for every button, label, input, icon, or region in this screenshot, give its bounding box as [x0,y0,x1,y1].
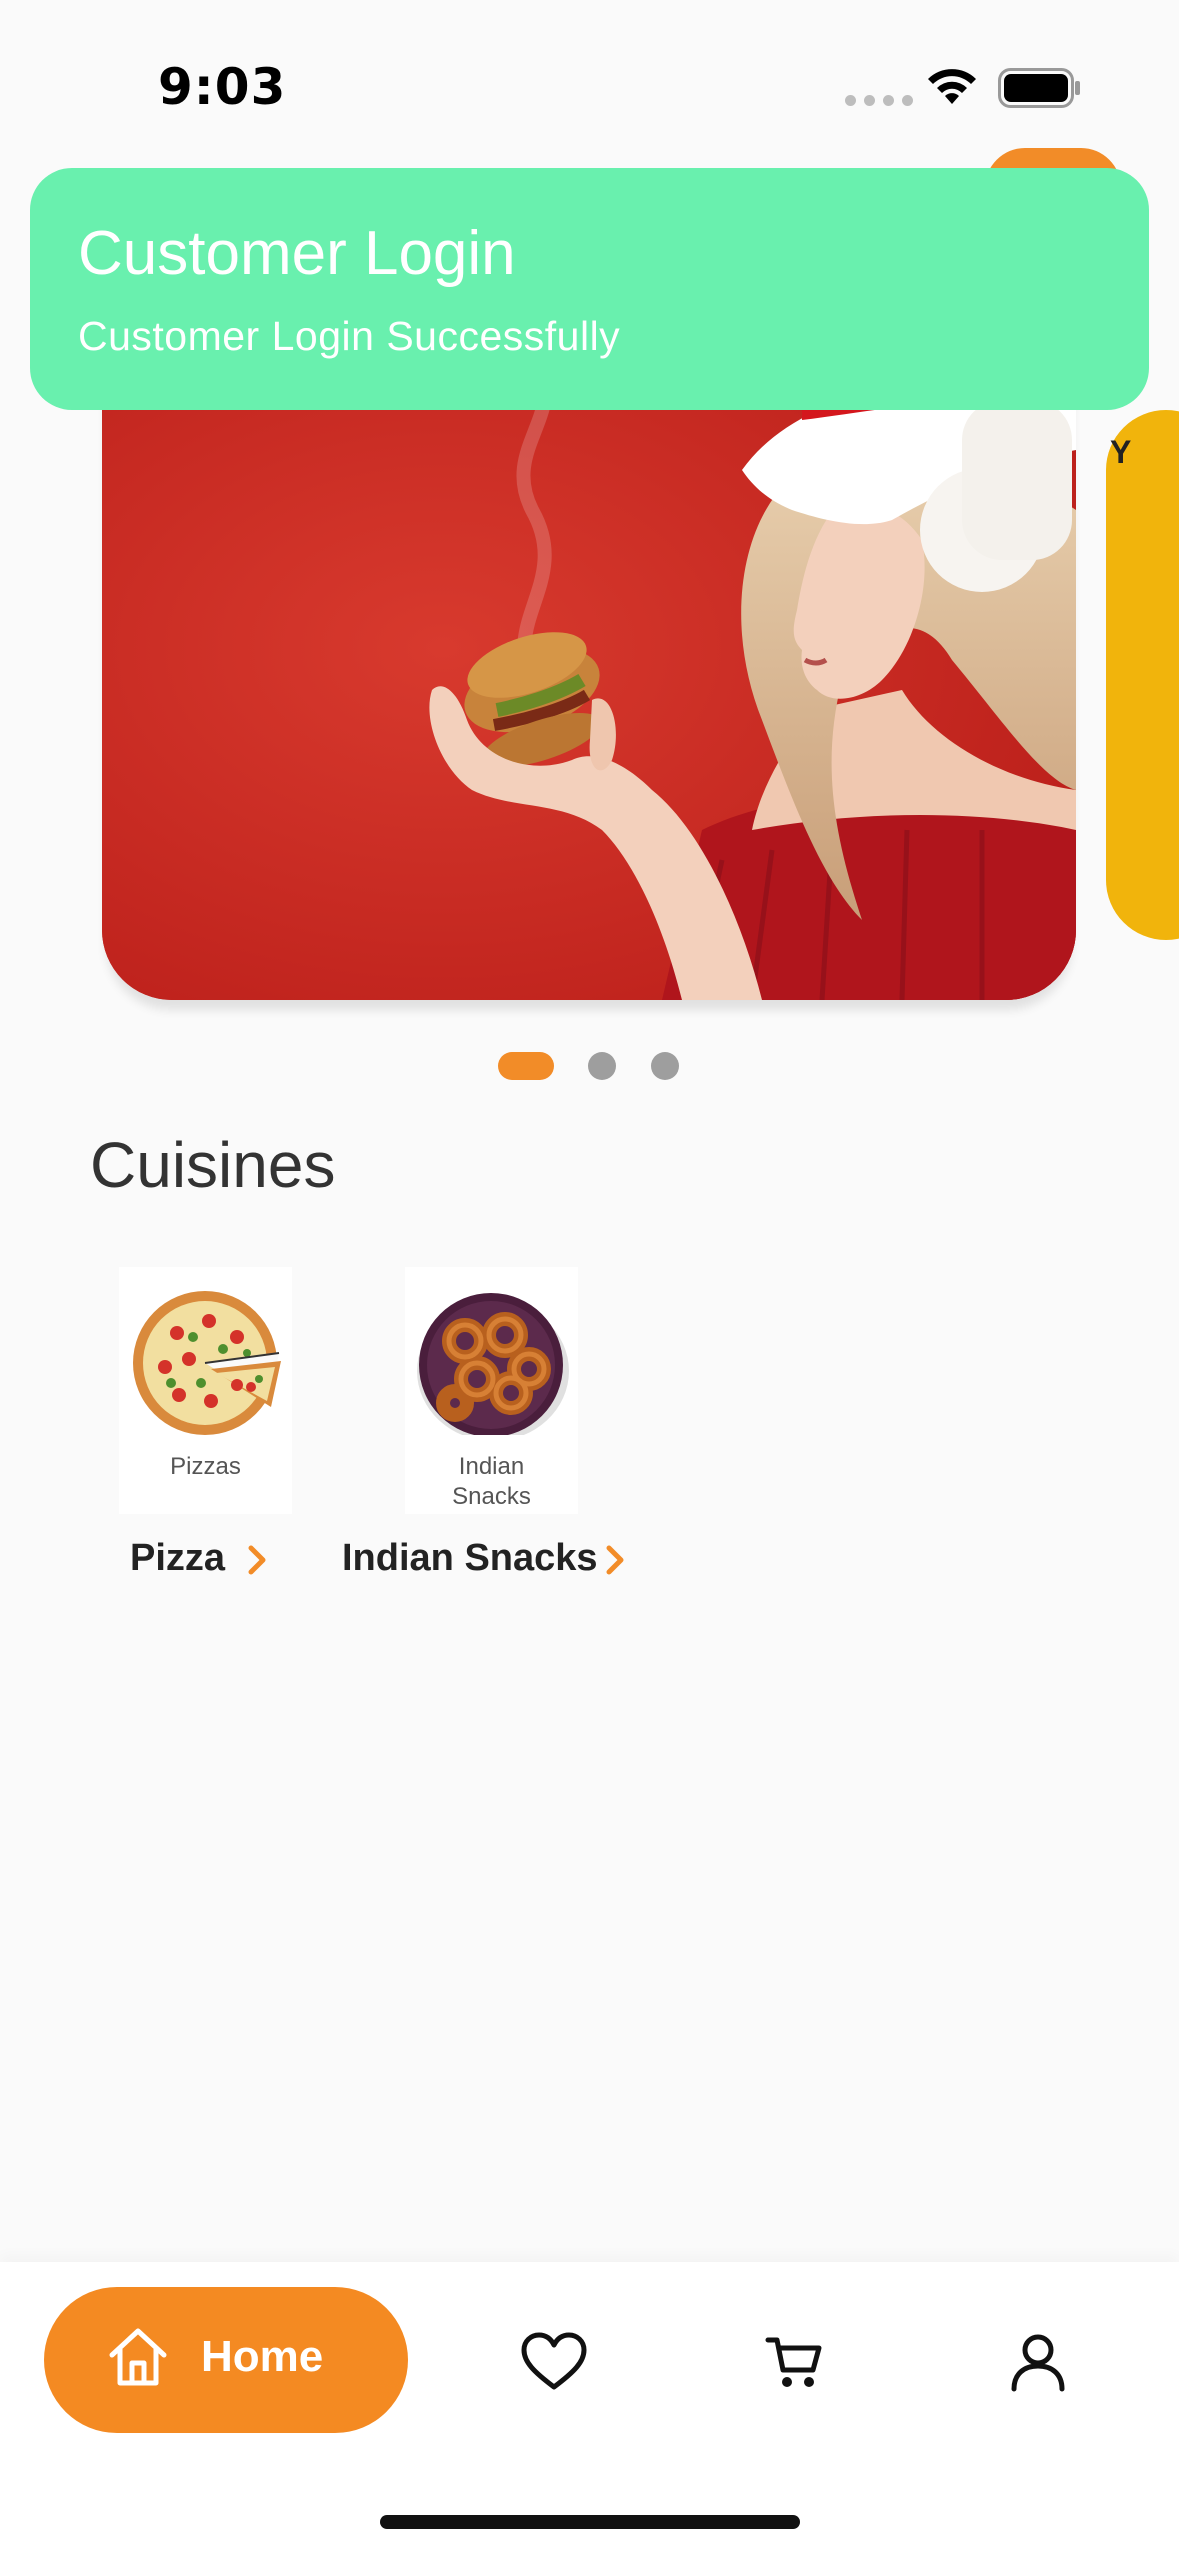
indian-snacks-image [417,1293,569,1435]
cuisine-name[interactable]: Indian Snacks [342,1537,598,1580]
bottom-nav: Home [0,2262,1179,2556]
cuisine-name[interactable]: Pizza [130,1537,225,1580]
cuisine-card-label: Pizzas [170,1453,241,1480]
status-time: 9:03 [158,58,287,116]
battery-icon [998,68,1080,108]
banner-next-card[interactable] [1106,410,1179,940]
nav-home-button[interactable]: Home [44,2287,408,2433]
carousel-indicator [0,1050,1179,1080]
promo-banner[interactable] [102,360,1076,1000]
toast-title: Customer Login [78,219,516,288]
cart-icon[interactable] [765,2332,825,2392]
cuisines-title: Cuisines [90,1129,336,1201]
banner-next-text: Y [1110,434,1132,470]
wifi-icon [928,69,976,104]
pizza-image [133,1291,281,1435]
cuisine-card[interactable]: Indian Snacks [405,1267,578,1514]
home-icon [109,2328,167,2386]
cuisine-card[interactable]: Pizzas [119,1267,292,1514]
signal-icon [845,95,913,106]
status-bar: 9:03 [0,0,1179,160]
chevron-right-icon[interactable] [603,1543,627,1577]
heart-icon[interactable] [520,2332,588,2392]
carousel-dot-1[interactable] [498,1052,554,1080]
user-icon[interactable] [1010,2332,1066,2392]
chevron-right-icon[interactable] [245,1543,269,1577]
promo-banner-image [102,360,1076,1000]
carousel-dot-3[interactable] [651,1052,679,1080]
login-toast[interactable]: Customer Login Customer Login Successful… [30,168,1149,410]
toast-message: Customer Login Successfully [78,313,621,359]
carousel-dot-2[interactable] [588,1052,616,1080]
cuisine-card-label: Indian Snacks [452,1453,531,1510]
nav-home-label: Home [201,2332,324,2381]
home-indicator [380,2515,800,2529]
